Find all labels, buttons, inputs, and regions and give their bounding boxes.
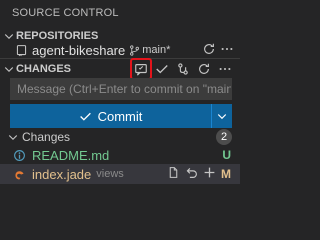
chevron-down-icon xyxy=(216,110,228,122)
branch-indicator[interactable]: main* xyxy=(129,44,170,56)
file-status: M xyxy=(221,167,231,181)
file-item-index-jade[interactable]: index.jade views M xyxy=(0,164,240,184)
file-status: U xyxy=(222,148,231,162)
stage-icon[interactable] xyxy=(203,166,216,179)
more-icon[interactable] xyxy=(216,60,234,78)
commit-button[interactable]: Commit xyxy=(10,104,212,128)
panel-title: SOURCE CONTROL xyxy=(0,4,240,22)
changes-label: CHANGES xyxy=(16,62,72,75)
changes-group-label: Changes xyxy=(22,130,71,144)
more-actions-icon[interactable] xyxy=(220,42,234,56)
info-icon xyxy=(12,148,26,162)
commit-button-label: Commit xyxy=(97,108,143,124)
branch-icon xyxy=(129,44,140,56)
changes-group-header[interactable]: Changes 2 xyxy=(0,127,240,147)
refresh-icon[interactable] xyxy=(195,60,213,78)
repo-icon xyxy=(14,43,28,57)
jade-file-icon xyxy=(12,167,26,181)
check-icon[interactable] xyxy=(153,60,171,78)
commit-message-input[interactable]: Message (Ctrl+Enter to commit on "main") xyxy=(10,78,232,100)
commit-controls: Commit xyxy=(10,104,232,128)
repository-item[interactable]: agent-bikeshare main* xyxy=(0,40,240,60)
panel-title-label: SOURCE CONTROL xyxy=(12,7,119,19)
commit-dropdown-button[interactable] xyxy=(212,104,232,128)
ai-commit-message-icon[interactable] xyxy=(130,58,152,80)
sync-icon[interactable] xyxy=(202,42,216,56)
file-directory: views xyxy=(96,168,124,180)
file-item-readme[interactable]: README.md U xyxy=(0,145,240,165)
chevron-down-icon xyxy=(2,62,16,76)
chevron-down-icon xyxy=(6,130,20,144)
file-name: README.md xyxy=(32,147,110,163)
commit-graph-icon[interactable] xyxy=(174,60,192,78)
file-name: index.jade xyxy=(32,166,92,182)
branch-name: main* xyxy=(142,44,171,56)
discard-icon[interactable] xyxy=(185,166,198,179)
changes-count-badge: 2 xyxy=(216,129,232,145)
check-icon xyxy=(79,110,92,123)
repo-name: agent-bikeshare xyxy=(32,42,126,58)
changes-section-header[interactable]: CHANGES xyxy=(0,58,240,80)
open-file-icon[interactable] xyxy=(167,166,180,179)
